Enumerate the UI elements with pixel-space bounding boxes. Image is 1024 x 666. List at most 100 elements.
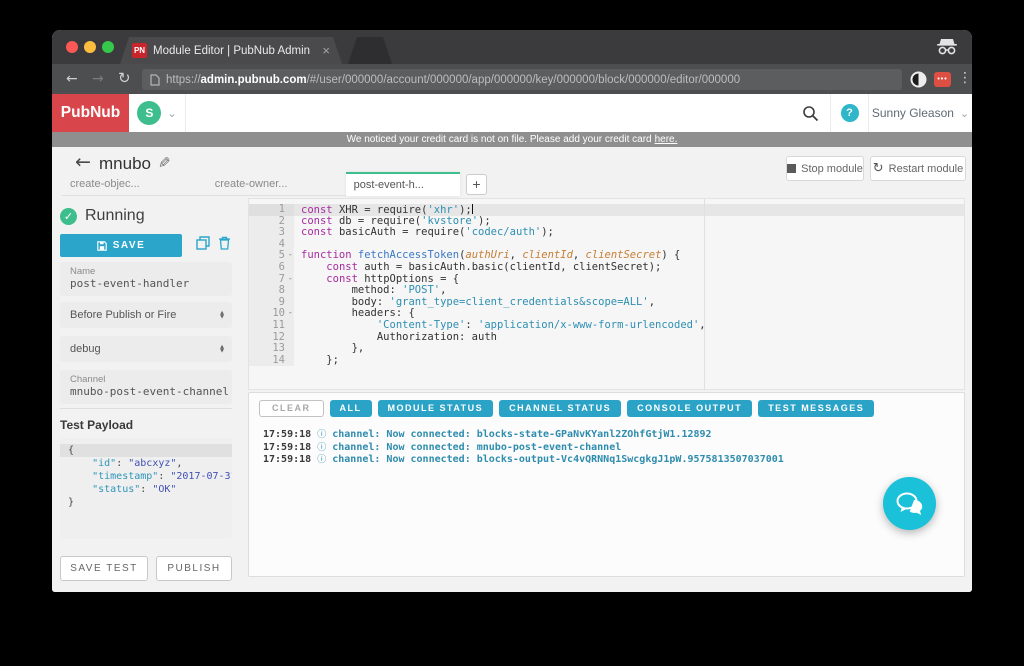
chevron-down-icon: ⌄ xyxy=(960,107,969,120)
reload-button[interactable]: ↻ xyxy=(118,71,131,86)
payload-token: "2017-07-31 xyxy=(170,471,232,482)
fold-icon[interactable]: - xyxy=(288,308,293,320)
window-maximize-button[interactable] xyxy=(102,41,114,53)
event-type-select[interactable]: Before Publish or Fire ▲▼ xyxy=(60,302,232,328)
pubnub-favicon: PN xyxy=(132,43,147,58)
window-minimize-button[interactable] xyxy=(84,41,96,53)
code-token: }; xyxy=(301,354,339,366)
code-text: Authorization: auth xyxy=(294,332,964,344)
payload-token xyxy=(68,471,92,482)
console-filter-module-status[interactable]: MODULE STATUS xyxy=(378,400,494,417)
code-token: : xyxy=(465,319,478,331)
restart-module-label: Restart module xyxy=(889,163,964,175)
restart-module-button[interactable]: ↻ Restart module xyxy=(870,156,966,181)
code-token: , xyxy=(649,296,655,308)
browser-tab[interactable]: PN Module Editor | PubNub Admin × xyxy=(120,37,342,64)
forward-button[interactable]: → xyxy=(92,72,104,86)
clear-button[interactable]: CLEAR xyxy=(259,400,324,417)
print-margin-line xyxy=(704,199,705,389)
tab-title: Module Editor | PubNub Admin xyxy=(153,45,316,57)
payload-token: { xyxy=(68,445,74,456)
code-token: const xyxy=(301,215,339,227)
banner-link[interactable]: here. xyxy=(655,134,678,145)
console-filter-all[interactable]: ALL xyxy=(330,400,372,417)
payload-token: : xyxy=(140,484,152,495)
desktop-background: PN Module Editor | PubNub Admin × ← → ↻ xyxy=(0,0,1024,666)
code-token: }, xyxy=(301,342,364,354)
log-level-select[interactable]: debug ▲▼ xyxy=(60,336,232,362)
delete-module-icon[interactable] xyxy=(218,236,231,250)
console-filter-channel-status[interactable]: CHANNEL STATUS xyxy=(499,400,621,417)
payload-line[interactable]: { xyxy=(60,444,232,457)
line-number: 4 xyxy=(249,239,294,251)
payload-line[interactable]: "id": "abcxyz", xyxy=(60,457,232,470)
new-tab-button[interactable] xyxy=(348,37,392,64)
code-token xyxy=(301,319,377,331)
payload-line[interactable]: "timestamp": "2017-07-31 xyxy=(60,470,232,483)
save-button[interactable]: SAVE xyxy=(60,234,182,257)
duplicate-module-icon[interactable] xyxy=(196,236,210,250)
help-button[interactable]: ? xyxy=(830,94,868,132)
channel-value: mnubo-post-event-channel xyxy=(70,385,222,398)
code-token: ) { xyxy=(661,249,680,261)
extension-icon-red[interactable]: ••• xyxy=(934,72,951,87)
payload-line[interactable]: } xyxy=(60,496,232,509)
module-tab-active[interactable]: post-event-h... xyxy=(346,172,460,196)
save-test-button[interactable]: SAVE TEST xyxy=(60,556,148,581)
search-button[interactable] xyxy=(790,94,830,132)
code-token: 'POST' xyxy=(402,284,440,296)
browser-toolbar: ← → ↻ https://admin.pubnub.com/#/user/00… xyxy=(52,64,972,94)
tab-close-icon[interactable]: × xyxy=(322,44,330,57)
fold-icon[interactable]: - xyxy=(288,274,293,286)
user-menu[interactable]: Sunny Gleason ⌄ xyxy=(868,94,972,132)
editor-line[interactable]: 14 }; xyxy=(249,355,964,367)
test-payload-editor[interactable]: { "id": "abcxyz", "timestamp": "2017-07-… xyxy=(60,438,232,539)
browser-tab-bar: PN Module Editor | PubNub Admin × xyxy=(52,30,972,64)
code-text: }, xyxy=(294,343,964,355)
payload-line[interactable]: "status": "OK" xyxy=(60,483,232,496)
extension-icon-contrast[interactable] xyxy=(910,71,927,88)
text-cursor xyxy=(472,204,473,214)
console-filter-console-output[interactable]: CONSOLE OUTPUT xyxy=(627,400,752,417)
support-chat-button[interactable] xyxy=(883,477,936,530)
code-token: , xyxy=(573,249,586,261)
browser-menu-icon[interactable]: ⋮ xyxy=(958,70,972,86)
name-value: post-event-handler xyxy=(70,277,222,290)
console-message: channel: Now connected: blocks-output-Vc… xyxy=(332,454,784,465)
window-close-button[interactable] xyxy=(66,41,78,53)
line-number: 3 xyxy=(249,227,294,239)
code-token: 'grant_type=client_credentials&scope=ALL… xyxy=(390,296,649,308)
back-button[interactable]: ← xyxy=(66,72,78,86)
stop-icon xyxy=(787,164,796,173)
account-switcher[interactable]: S ⌄ xyxy=(129,94,186,132)
url-field[interactable]: https://admin.pubnub.com/#/user/000000/a… xyxy=(142,69,902,90)
channel-field[interactable]: Channel mnubo-post-event-channel xyxy=(60,370,232,404)
payload-token: "abcxyz" xyxy=(128,458,176,469)
code-token: const xyxy=(326,261,364,273)
add-tab-button[interactable]: + xyxy=(466,174,487,195)
console-output: 17:59:18 ⓘ channel: Now connected: block… xyxy=(263,429,784,467)
line-number: 2 xyxy=(249,216,294,228)
sidebar-divider xyxy=(60,408,232,409)
fold-icon[interactable]: - xyxy=(288,250,293,262)
search-icon xyxy=(802,105,819,122)
line-number: 7- xyxy=(249,274,294,286)
name-field[interactable]: Name post-event-handler xyxy=(60,262,232,296)
editor-line[interactable]: 13 }, xyxy=(249,343,964,355)
payload-token: "id" xyxy=(92,458,116,469)
console-timestamp: 17:59:18 xyxy=(263,429,311,440)
stop-module-button[interactable]: Stop module xyxy=(786,156,864,181)
code-editor[interactable]: 1const XHR = require('xhr');2const db = … xyxy=(248,198,965,390)
console-line: 17:59:18 ⓘ channel: Now connected: block… xyxy=(263,429,784,442)
code-token: 'codec/auth' xyxy=(465,226,541,238)
stop-module-label: Stop module xyxy=(801,163,863,175)
pubnub-logo[interactable]: PubNub xyxy=(52,94,129,132)
console-filter-test-messages[interactable]: TEST MESSAGES xyxy=(758,400,874,417)
code-token: ); xyxy=(541,226,554,238)
publish-button[interactable]: PUBLISH xyxy=(156,556,232,581)
module-sidebar: ✓ Running SAVE xyxy=(60,147,232,592)
channel-label: Channel xyxy=(70,374,222,385)
payload-token: "timestamp" xyxy=(92,471,158,482)
code-token: , xyxy=(440,284,446,296)
editor-line[interactable]: 3const basicAuth = require('codec/auth')… xyxy=(249,227,964,239)
